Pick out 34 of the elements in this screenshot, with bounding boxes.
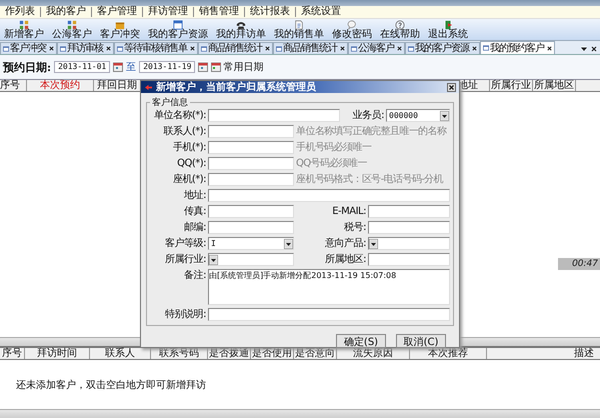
- field-label: 备注:: [183, 269, 206, 282]
- column-header: 序号: [0, 80, 27, 91]
- field-label: QQ(*):: [176, 157, 206, 170]
- field-hint: 手机号码必须唯一: [296, 141, 372, 154]
- dialog-title: 新增客户，当前客户归属系统管理员: [156, 80, 316, 94]
- field-label: 客户等级:: [164, 237, 206, 250]
- field-hint: 单位名称填写正确完整且唯一的名称: [296, 125, 446, 138]
- empty-message: 还未添加客户，双击空白地方即可新增拜访: [16, 378, 206, 392]
- column-header: 所属行业: [490, 80, 533, 91]
- group-title: 客户信息: [151, 96, 189, 109]
- field-label: 税号:: [343, 221, 366, 234]
- field-label: 地址:: [183, 189, 206, 202]
- field-label: 特别说明:: [164, 308, 206, 321]
- field-label: 联系人(*):: [162, 125, 206, 138]
- field-label: 意向产品:: [324, 237, 366, 250]
- range-separator: 至: [126, 61, 136, 74]
- field-label: 单位名称(*):: [152, 109, 206, 122]
- column-header: 序号: [0, 348, 25, 359]
- field-label: 所属地区:: [324, 253, 366, 266]
- field-label: 座机(*):: [172, 173, 206, 186]
- column-header: 所属地区: [533, 80, 576, 91]
- field-hint: 座机号码格式：区号-电话号码-分机: [296, 173, 444, 186]
- field-label: E-MAIL:: [331, 205, 366, 218]
- field-hint: QQ号码必须唯一: [296, 157, 367, 170]
- filter-label: 预约日期:: [3, 60, 52, 74]
- column-header: 描述: [573, 348, 595, 359]
- column-header: 拜访时间: [25, 348, 90, 359]
- field-label: 业务员:: [352, 109, 384, 122]
- field-label: 传真:: [183, 205, 206, 218]
- column-header: 本次预约: [27, 80, 94, 91]
- field-label: 所属行业:: [164, 253, 206, 266]
- field-label: 手机(*):: [172, 141, 206, 154]
- field-label: 邮编:: [183, 221, 206, 234]
- timer-badge: 00:47: [558, 258, 600, 270]
